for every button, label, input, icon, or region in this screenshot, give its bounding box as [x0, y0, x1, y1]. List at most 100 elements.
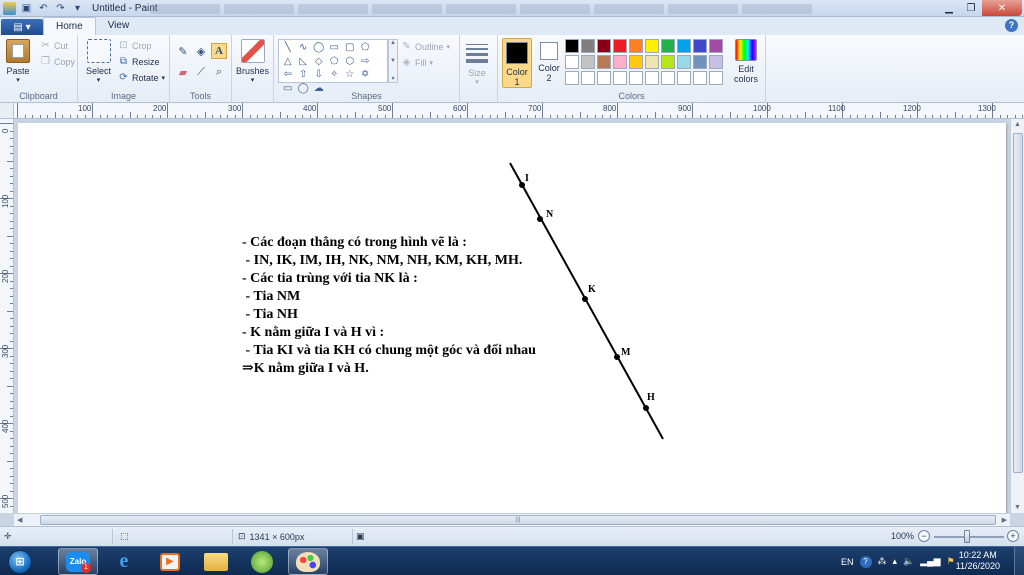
paint-app-icon[interactable] — [3, 1, 16, 15]
palette-swatch[interactable] — [677, 55, 691, 69]
network-icon[interactable]: ▂▄▆ — [920, 556, 940, 567]
scroll-up-icon[interactable]: ▲ — [1014, 121, 1021, 128]
palette-swatch[interactable] — [581, 55, 595, 69]
color2-button[interactable]: Color 2 — [535, 39, 563, 87]
palette-empty-swatch[interactable] — [581, 71, 595, 85]
vertical-scroll-thumb[interactable] — [1013, 133, 1023, 473]
up-arrow-shape-icon[interactable]: ⇧ — [296, 68, 312, 82]
diamond-shape-icon[interactable]: ◇ — [311, 55, 327, 69]
taskbar-zalo[interactable]: Zalo 1 — [58, 548, 98, 575]
color1-button[interactable]: Color 1 — [502, 38, 532, 88]
volume-icon[interactable]: 🔈 — [903, 556, 914, 567]
color-picker-tool-icon[interactable]: ⟋ — [193, 64, 209, 80]
four-point-star-shape-icon[interactable]: ✧ — [327, 68, 343, 82]
palette-swatch[interactable] — [709, 55, 723, 69]
curve-shape-icon[interactable]: ∿ — [296, 41, 312, 55]
horizontal-scrollbar[interactable]: ◀ ||| ▶ — [14, 513, 1010, 526]
palette-swatch[interactable] — [645, 55, 659, 69]
language-indicator[interactable]: EN — [841, 557, 854, 567]
start-button[interactable]: ⊞ — [2, 548, 38, 575]
palette-swatch[interactable] — [693, 55, 707, 69]
five-point-star-shape-icon[interactable]: ☆ — [342, 68, 358, 82]
minimize-button[interactable]: ▁ — [938, 0, 960, 16]
down-arrow-shape-icon[interactable]: ⇩ — [311, 68, 327, 82]
copy-button[interactable]: ❐ Copy — [40, 56, 75, 67]
palette-empty-swatch[interactable] — [629, 71, 643, 85]
polygon-shape-icon[interactable]: ⬠ — [358, 41, 374, 55]
crop-button[interactable]: ⊡ Crop — [118, 40, 151, 51]
triangle-shape-icon[interactable]: △ — [280, 55, 296, 69]
close-button[interactable]: ✕ — [982, 0, 1022, 16]
horizontal-scroll-thumb[interactable]: ||| — [40, 515, 996, 525]
palette-empty-swatch[interactable] — [597, 71, 611, 85]
cut-button[interactable]: ✂ Cut — [40, 40, 68, 51]
tab-view[interactable]: View — [96, 17, 142, 35]
taskbar-internet-explorer[interactable]: e — [104, 548, 144, 575]
redo-icon[interactable]: ↷ — [54, 2, 67, 15]
palette-swatch[interactable] — [693, 39, 707, 53]
palette-empty-swatch[interactable] — [661, 71, 675, 85]
six-point-star-shape-icon[interactable]: ✡ — [358, 68, 374, 82]
palette-swatch[interactable] — [661, 39, 675, 53]
palette-swatch[interactable] — [709, 39, 723, 53]
pencil-tool-icon[interactable]: ✎ — [175, 43, 191, 59]
fill-button[interactable]: ◈ Fill ▾ — [401, 57, 433, 68]
scroll-left-icon[interactable]: ◀ — [17, 516, 22, 524]
scroll-right-icon[interactable]: ▶ — [1002, 516, 1007, 524]
resize-button[interactable]: ⧉ Resize — [118, 56, 160, 67]
palette-empty-swatch[interactable] — [693, 71, 707, 85]
right-triangle-shape-icon[interactable]: ◺ — [296, 55, 312, 69]
edit-colors-button[interactable]: Edit colors — [731, 39, 761, 84]
palette-swatch[interactable] — [565, 55, 579, 69]
palette-swatch[interactable] — [629, 55, 643, 69]
input-tray-icon[interactable]: ⁂ — [878, 556, 887, 567]
palette-swatch[interactable] — [565, 39, 579, 53]
hexagon-shape-icon[interactable]: ⬡ — [342, 55, 358, 69]
palette-swatch[interactable] — [645, 39, 659, 53]
size-button[interactable]: Size ▾ — [465, 41, 489, 86]
outline-button[interactable]: ✎ Outline ▾ — [401, 41, 450, 52]
paste-button[interactable]: Paste ▾ — [6, 39, 30, 84]
palette-empty-swatch[interactable] — [677, 71, 691, 85]
action-center-icon[interactable]: ⚑ — [947, 556, 955, 567]
cloud-callout-shape-icon[interactable]: ☁ — [311, 82, 327, 96]
palette-empty-swatch[interactable] — [565, 71, 579, 85]
brushes-button[interactable]: Brushes ▾ — [236, 39, 269, 84]
file-menu-button[interactable]: ▤ ▾ — [1, 19, 43, 35]
zoom-out-button[interactable]: − — [918, 530, 930, 542]
customize-qat-icon[interactable]: ▾ — [71, 2, 84, 15]
taskbar-clock[interactable]: 10:22 AM 11/26/2020 — [956, 550, 1000, 572]
palette-empty-swatch[interactable] — [645, 71, 659, 85]
taskbar-paint[interactable] — [288, 548, 328, 575]
zoom-in-button[interactable]: + — [1007, 530, 1019, 542]
eraser-tool-icon[interactable]: ▰ — [175, 64, 191, 80]
oval-callout-shape-icon[interactable]: ◯ — [296, 82, 312, 96]
palette-swatch[interactable] — [677, 39, 691, 53]
shapes-scroll[interactable]: ▲ ▼ ▾ — [388, 39, 398, 83]
palette-empty-swatch[interactable] — [709, 71, 723, 85]
help-icon[interactable]: ? — [1005, 19, 1018, 32]
palette-swatch[interactable] — [661, 55, 675, 69]
taskbar-app-green[interactable] — [242, 548, 282, 575]
tab-home[interactable]: Home — [43, 17, 96, 35]
left-arrow-shape-icon[interactable]: ⇦ — [280, 68, 296, 82]
palette-empty-swatch[interactable] — [613, 71, 627, 85]
taskbar-media-player[interactable]: ▶ — [150, 548, 190, 575]
zoom-slider-handle[interactable] — [964, 530, 970, 543]
palette-swatch[interactable] — [597, 55, 611, 69]
drawing-canvas[interactable]: - Các đoạn thẳng có trong hình vẽ là : -… — [18, 123, 1006, 513]
undo-icon[interactable]: ↶ — [37, 2, 50, 15]
palette-swatch[interactable] — [597, 39, 611, 53]
magnifier-tool-icon[interactable]: ⌕ — [211, 64, 227, 80]
text-tool-icon[interactable]: A — [211, 43, 227, 59]
pentagon-shape-icon[interactable]: ⬠ — [327, 55, 343, 69]
taskbar-file-explorer[interactable] — [196, 548, 236, 575]
select-button[interactable]: Select ▾ — [86, 39, 111, 84]
fill-bucket-tool-icon[interactable]: ◈ — [193, 43, 209, 59]
show-desktop-button[interactable] — [1014, 547, 1024, 575]
maximize-button[interactable]: ❐ — [960, 0, 982, 16]
rounded-rectangle-shape-icon[interactable]: ▢ — [342, 41, 358, 55]
palette-swatch[interactable] — [581, 39, 595, 53]
palette-swatch[interactable] — [613, 55, 627, 69]
help-tray-icon[interactable]: ? — [859, 555, 872, 568]
